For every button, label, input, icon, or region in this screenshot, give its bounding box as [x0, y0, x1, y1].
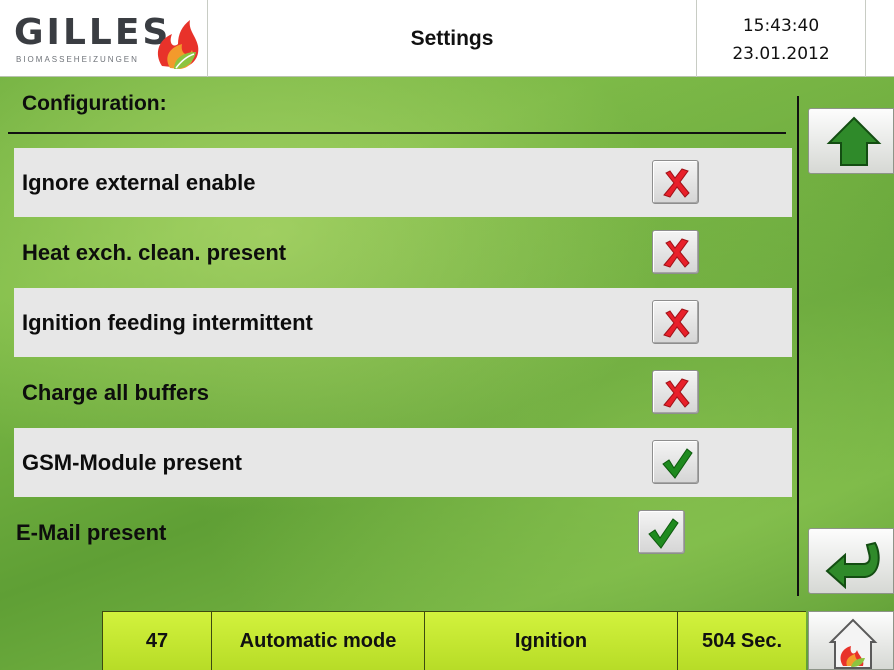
up-button[interactable]: [808, 108, 894, 174]
status-bar: 47 Automatic mode Ignition 504 Sec.: [102, 611, 806, 670]
logo-subtitle: BIOMASSEHEIZUNGEN: [16, 55, 139, 64]
clock-time: 15:43:40: [742, 16, 820, 36]
option-toggle-check[interactable]: [652, 440, 699, 484]
option-toggle-cross[interactable]: [652, 370, 699, 414]
option-toggle-cross[interactable]: [652, 300, 699, 344]
clock: 15:43:40 23.01.2012: [696, 0, 866, 77]
logo-text: GILLES: [14, 12, 172, 53]
arrow-return-icon: [825, 541, 880, 589]
checkmark-icon: [648, 518, 679, 549]
status-phase: Ignition: [424, 611, 677, 670]
vertical-divider: [797, 96, 799, 596]
status-timer: 504 Sec.: [677, 611, 806, 670]
header-bar: GILLES BIOMASSEHEIZUNGEN Settings 15:43:…: [0, 0, 894, 77]
option-row-gsm-module: GSM-Module present: [14, 428, 792, 497]
cross-icon: [663, 238, 690, 268]
option-row-ignition-feeding: Ignition feeding intermittent: [14, 288, 792, 357]
back-button[interactable]: [808, 528, 894, 594]
option-row-charge-all-buffers: Charge all buffers: [14, 358, 792, 427]
status-number: 47: [102, 611, 211, 670]
option-toggle-check[interactable]: [638, 510, 685, 554]
home-flame-icon: [828, 618, 878, 669]
option-label: GSM-Module present: [22, 449, 243, 475]
option-label: E-Mail present: [16, 519, 167, 545]
option-label: Ignore external enable: [22, 169, 256, 195]
option-label: Heat exch. clean. present: [22, 239, 287, 265]
cross-icon: [663, 308, 690, 338]
flame-leaf-icon: [157, 20, 199, 69]
cross-icon: [663, 378, 690, 408]
page-title: Settings: [410, 26, 494, 50]
option-row-email: E-Mail present: [14, 498, 792, 567]
option-toggle-cross[interactable]: [652, 160, 699, 204]
option-label: Charge all buffers: [22, 379, 210, 405]
status-mode: Automatic mode: [211, 611, 424, 670]
home-button[interactable]: [808, 611, 894, 670]
option-label: Ignition feeding intermittent: [22, 309, 313, 335]
section-title: Configuration:: [22, 92, 167, 115]
option-row-ignore-external-enable: Ignore external enable: [14, 148, 792, 217]
cross-icon: [663, 168, 690, 198]
arrow-up-icon: [826, 116, 882, 166]
option-toggle-cross[interactable]: [652, 230, 699, 274]
clock-date: 23.01.2012: [732, 44, 830, 64]
logo: GILLES BIOMASSEHEIZUNGEN: [0, 0, 208, 77]
option-row-heat-exch-clean: Heat exch. clean. present: [14, 218, 792, 287]
checkmark-icon: [662, 448, 693, 479]
section-divider: [8, 132, 786, 134]
